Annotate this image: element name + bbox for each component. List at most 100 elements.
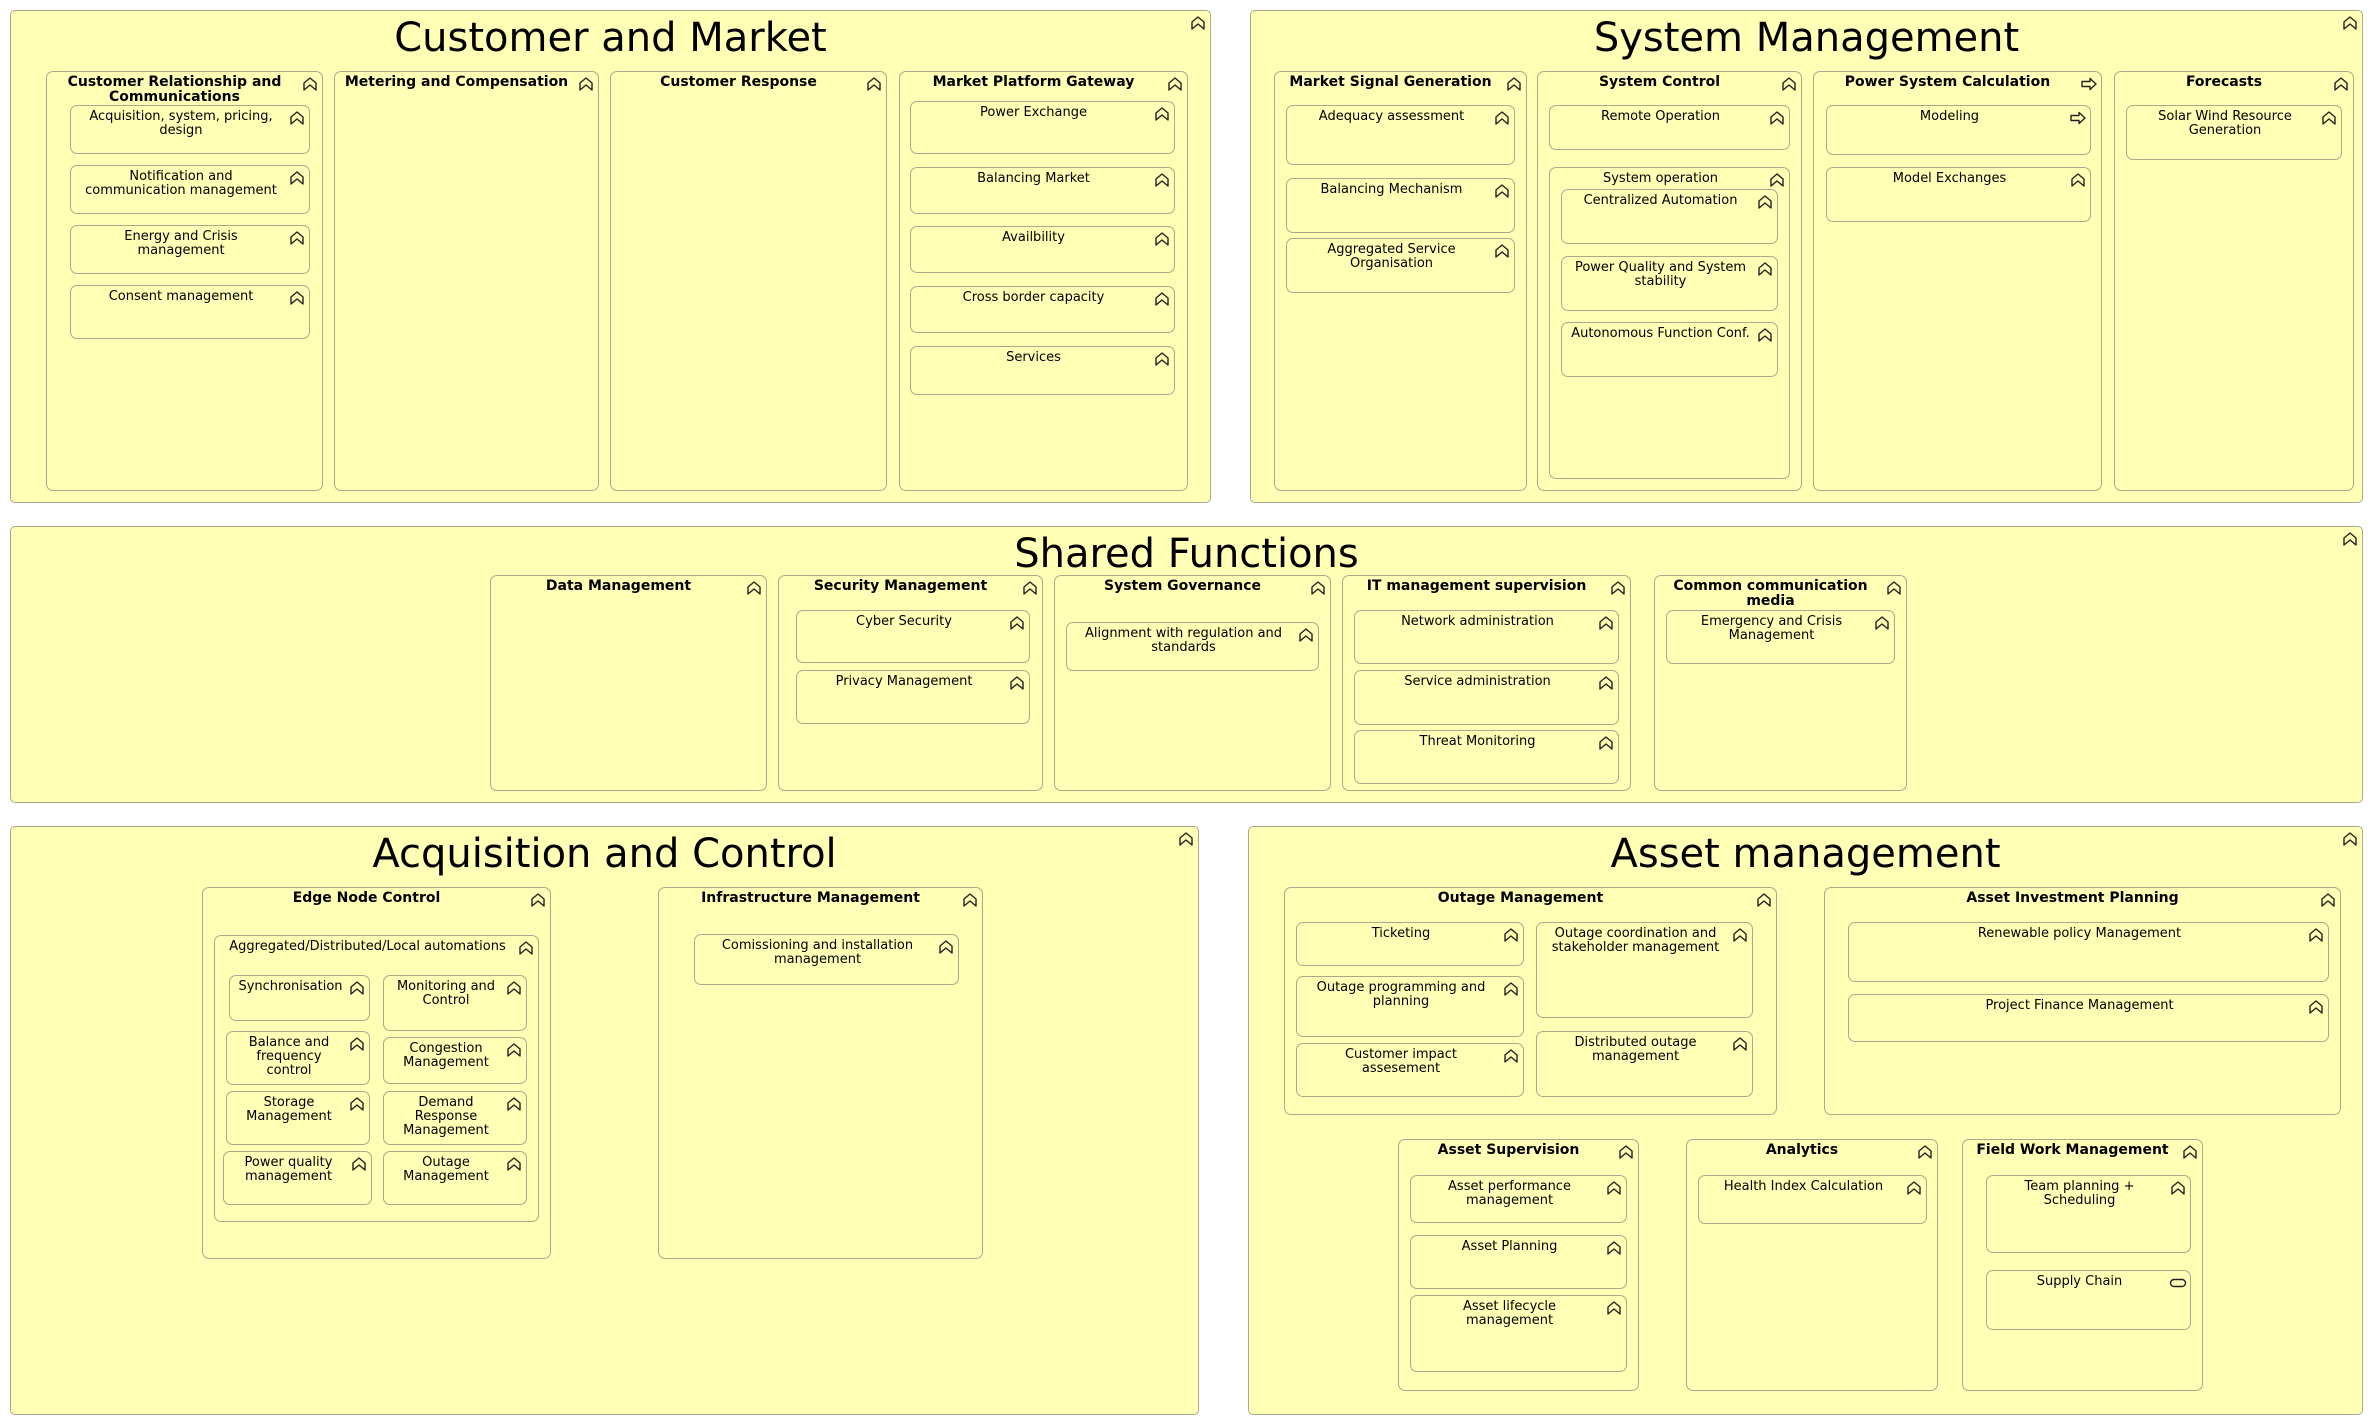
function-label: Power quality management [244, 1155, 333, 1184]
function-label: Health Index Calculation [1723, 1179, 1884, 1194]
function-box[interactable]: Network administration [1354, 610, 1619, 664]
function-box[interactable]: Congestion Management [383, 1037, 527, 1084]
function-box[interactable]: Monitoring and Control [383, 975, 527, 1031]
group-title: Data Management [545, 578, 692, 594]
function-box[interactable]: Energy and Crisis management [70, 225, 310, 274]
function-box[interactable]: Centralized Automation [1561, 189, 1778, 244]
function-label: Alignment with regulation and standards [1084, 626, 1283, 655]
function-box[interactable]: Availbility [910, 226, 1175, 273]
section-title: Shared Functions [1014, 531, 1359, 577]
function-box[interactable]: Storage Management [226, 1091, 370, 1145]
function-box[interactable]: Health Index Calculation [1698, 1175, 1927, 1224]
function-box[interactable]: Asset performance management [1410, 1175, 1627, 1223]
function-box[interactable]: Emergency and Crisis Management [1666, 610, 1895, 664]
function-label: Renewable policy Management [1977, 926, 2182, 941]
function-label: Comissioning and installation management [721, 938, 914, 967]
chevron-up-icon [348, 979, 366, 997]
function-label: System operation [1602, 171, 1719, 186]
chevron-up-icon [288, 289, 306, 307]
function-label: Energy and Crisis management [124, 229, 238, 258]
function-box[interactable]: Privacy Management [796, 670, 1030, 724]
function-box[interactable]: Cyber Security [796, 610, 1030, 663]
chevron-up-icon [1756, 326, 1774, 344]
function-label: Outage coordination and stakeholder mana… [1551, 926, 1720, 955]
function-box[interactable]: Services [910, 346, 1175, 395]
chevron-up-icon [745, 579, 763, 597]
function-label: Asset Planning [1461, 1239, 1558, 1254]
section-title: Acquisition and Control [372, 831, 837, 877]
function-box[interactable]: Power Exchange [910, 101, 1175, 154]
chevron-up-icon [1502, 926, 1520, 944]
function-box[interactable]: Demand Response Management [383, 1091, 527, 1145]
function-box[interactable]: Asset lifecycle management [1410, 1295, 1627, 1372]
function-box[interactable]: Alignment with regulation and standards [1066, 622, 1319, 671]
function-box[interactable]: Modeling [1826, 105, 2091, 155]
function-box[interactable]: Cross border capacity [910, 286, 1175, 333]
chevron-up-icon [577, 75, 595, 93]
chevron-up-icon [1756, 260, 1774, 278]
function-box[interactable]: Solar Wind Resource Generation [2126, 105, 2342, 160]
function-label: Project Finance Management [1985, 998, 2174, 1013]
group-title: Asset Investment Planning [1966, 890, 2179, 906]
function-box[interactable]: Outage Management [383, 1151, 527, 1205]
service-box[interactable]: Supply Chain [1986, 1270, 2191, 1330]
chevron-up-icon [865, 75, 883, 93]
function-box[interactable]: Power quality management [223, 1151, 372, 1205]
function-box[interactable]: Renewable policy Management [1848, 922, 2329, 982]
group-customer-response: Customer Response [610, 71, 887, 491]
function-label: Notification and communication managemen… [85, 169, 277, 198]
function-box[interactable]: Balancing Market [910, 167, 1175, 214]
function-box[interactable]: Outage coordination and stakeholder mana… [1536, 922, 1753, 1018]
function-box[interactable]: Outage programming and planning [1296, 976, 1524, 1037]
function-box[interactable]: Customer impact assesement [1296, 1043, 1524, 1097]
function-label: Network administration [1401, 614, 1554, 629]
chevron-up-icon [288, 109, 306, 127]
function-box[interactable]: Project Finance Management [1848, 994, 2329, 1042]
function-box[interactable]: Service administration [1354, 670, 1619, 725]
chevron-up-icon [2332, 75, 2350, 93]
function-box[interactable]: Threat Monitoring [1354, 730, 1619, 784]
function-box[interactable]: Autonomous Function Conf. [1561, 322, 1778, 377]
chevron-up-icon [1609, 579, 1627, 597]
group-title: Market Platform Gateway [932, 74, 1135, 90]
chevron-up-icon [1916, 1143, 1934, 1161]
function-box[interactable]: Balance and frequency control [226, 1031, 370, 1085]
function-label: Solar Wind Resource Generation [2158, 109, 2292, 138]
function-box[interactable]: Adequacy assessment [1286, 105, 1515, 165]
arrow-right-icon [2080, 75, 2098, 93]
function-box[interactable]: Remote Operation [1549, 105, 1790, 150]
chevron-up-icon [1309, 579, 1327, 597]
chevron-up-icon [1153, 230, 1171, 248]
function-box[interactable]: Balancing Mechanism [1286, 178, 1515, 233]
function-box[interactable]: Synchronisation [229, 975, 370, 1021]
function-label: Storage Management [246, 1095, 332, 1124]
function-label: Monitoring and Control [396, 979, 496, 1008]
group-title: System Governance [1103, 578, 1261, 594]
function-box[interactable]: Distributed outage management [1536, 1031, 1753, 1097]
function-box[interactable]: Aggregated Service Organisation [1286, 238, 1515, 293]
chevron-up-icon [2307, 926, 2325, 944]
group-title: Forecasts [2185, 74, 2263, 90]
function-box[interactable]: Asset Planning [1410, 1235, 1627, 1289]
function-label: Services [1006, 350, 1061, 365]
chevron-up-icon [1189, 14, 1207, 32]
chevron-up-icon [1297, 626, 1315, 644]
group-title: IT management supervision [1366, 578, 1587, 594]
function-label: Power Exchange [980, 105, 1087, 120]
function-box[interactable]: Notification and communication managemen… [70, 165, 310, 214]
function-box[interactable]: Comissioning and installation management [694, 934, 959, 985]
function-box[interactable]: Model Exchanges [1826, 167, 2091, 222]
function-label: Acquisition, system, pricing, design [89, 109, 273, 138]
chevron-up-icon [937, 938, 955, 956]
chevron-up-icon [1177, 830, 1195, 848]
chevron-up-icon [1617, 1143, 1635, 1161]
chevron-up-icon [1505, 75, 1523, 93]
chevron-up-icon [2319, 891, 2337, 909]
function-box[interactable]: Power Quality and System stability [1561, 256, 1778, 311]
function-box[interactable]: Ticketing [1296, 922, 1524, 966]
chevron-up-icon [2320, 109, 2338, 127]
function-box[interactable]: Consent management [70, 285, 310, 339]
function-label: Autonomous Function Conf. [1571, 326, 1750, 341]
function-box[interactable]: Acquisition, system, pricing, design [70, 105, 310, 154]
function-box[interactable]: Team planning + Scheduling [1986, 1175, 2191, 1253]
